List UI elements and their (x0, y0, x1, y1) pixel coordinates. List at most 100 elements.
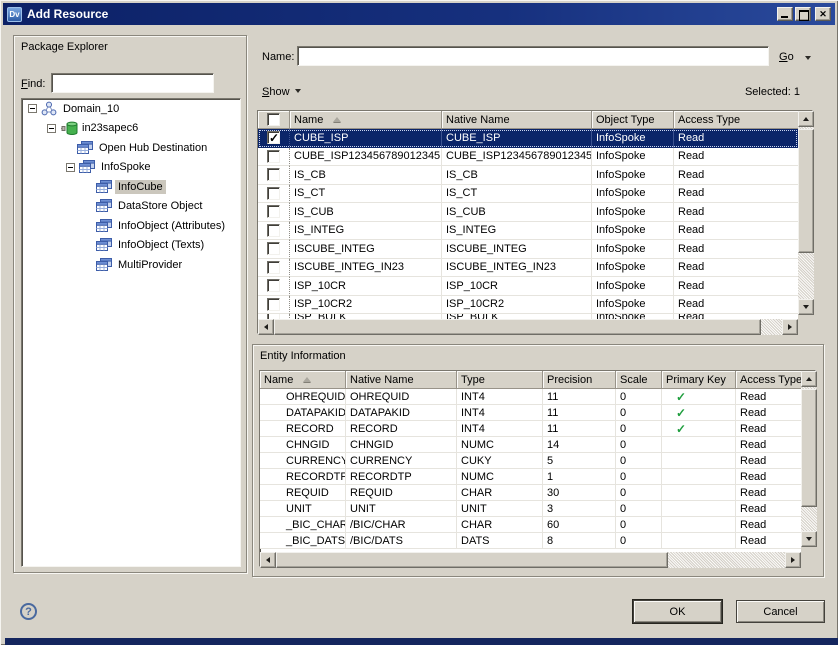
name-input[interactable] (297, 46, 769, 66)
cancel-button[interactable]: Cancel (736, 600, 825, 623)
scroll-up-icon[interactable] (801, 371, 817, 387)
table-grid-icon (79, 159, 98, 175)
scrollbar-thumb[interactable] (276, 552, 668, 568)
tree-item[interactable]: InfoCube (22, 177, 240, 197)
tree-item[interactable]: in23sapec6 (22, 119, 240, 139)
table-row[interactable]: ISCUBE_INTEG_IN23ISCUBE_INTEG_IN23InfoSp… (258, 259, 798, 278)
entity-row[interactable]: UNITUNITUNIT30Read (260, 501, 801, 517)
scrollbar-track[interactable] (761, 319, 782, 335)
resource-vertical-scrollbar[interactable] (798, 111, 814, 315)
scrollbar-track[interactable] (798, 253, 814, 299)
header-scale[interactable]: Scale (616, 371, 662, 389)
collapse-minus-icon[interactable] (28, 104, 37, 113)
cell-access-type: Read (736, 533, 801, 549)
ok-button[interactable]: OK (633, 600, 722, 623)
entity-horizontal-scrollbar[interactable] (260, 552, 801, 568)
scrollbar-track[interactable] (801, 507, 817, 531)
close-icon[interactable] (815, 7, 831, 21)
table-row[interactable]: CUBE_ISPCUBE_ISPInfoSpokeRead (258, 129, 798, 148)
minimize-icon[interactable] (777, 7, 793, 21)
scroll-right-icon[interactable] (785, 552, 801, 568)
select-all-header-cell (258, 111, 290, 129)
header-name[interactable]: Name (260, 371, 346, 389)
cell-object-type: InfoSpoke (592, 203, 674, 222)
entity-row[interactable]: _BIC_CHAR/BIC/CHARCHAR600Read (260, 517, 801, 533)
tree-item[interactable]: InfoObject (Attributes) (22, 216, 240, 236)
entity-row[interactable]: OHREQUIDOHREQUIDINT4110Read (260, 389, 801, 405)
table-row[interactable]: IS_CTIS_CTInfoSpokeRead (258, 185, 798, 204)
collapse-minus-icon[interactable] (47, 124, 56, 133)
entity-row[interactable]: CURRENCYCURRENCYCUKY50Read (260, 453, 801, 469)
tree-item[interactable]: MultiProvider (22, 255, 240, 275)
row-checkbox[interactable] (267, 168, 280, 181)
package-explorer-tree[interactable]: Domain_10in23sapec6Open Hub DestinationI… (21, 98, 241, 567)
help-icon[interactable] (20, 603, 37, 620)
scrollbar-track[interactable] (668, 552, 785, 568)
entity-row[interactable]: CHNGIDCHNGIDNUMC140Read (260, 437, 801, 453)
dialog-titlebar[interactable]: Dv Add Resource (3, 3, 835, 25)
row-checkbox[interactable] (267, 187, 280, 200)
row-checkbox[interactable] (267, 205, 280, 218)
find-input[interactable] (51, 73, 214, 93)
tree-item[interactable]: InfoSpoke (22, 158, 240, 178)
cell-scale: 0 (616, 501, 662, 517)
entity-row[interactable]: RECORDTPRECORDTPNUMC10Read (260, 469, 801, 485)
scrollbar-corner (801, 547, 817, 568)
select-all-checkbox[interactable] (267, 113, 280, 126)
show-menu-button[interactable]: Show (262, 86, 301, 98)
table-row[interactable]: IS_CUBIS_CUBInfoSpokeRead (258, 203, 798, 222)
row-checkbox[interactable] (267, 150, 280, 163)
tree-item[interactable]: Open Hub Destination (22, 138, 240, 158)
scrollbar-thumb[interactable] (801, 389, 817, 507)
scroll-down-icon[interactable] (801, 531, 817, 547)
table-row[interactable]: ISP_10CR2ISP_10CR2InfoSpokeRead (258, 296, 798, 315)
entity-row[interactable]: DATAPAKIDDATAPAKIDINT4110Read (260, 405, 801, 421)
scrollbar-thumb[interactable] (798, 129, 814, 253)
cell-access-type: Read (736, 485, 801, 501)
tree-item[interactable]: DataStore Object (22, 197, 240, 217)
entity-row[interactable]: _BIC_DATS/BIC/DATSDATS80Read (260, 533, 801, 549)
cell-access-type: Read (736, 453, 801, 469)
row-checkbox[interactable] (267, 298, 280, 311)
go-button[interactable]: Go (779, 51, 794, 63)
cell-name: ISCUBE_INTEG (290, 240, 442, 259)
header-type[interactable]: Type (457, 371, 543, 389)
scroll-left-icon[interactable] (260, 552, 276, 568)
row-checkbox[interactable] (267, 261, 280, 274)
header-name[interactable]: Name (290, 111, 442, 129)
maximize-icon[interactable] (795, 7, 811, 21)
row-checkbox[interactable] (267, 242, 280, 255)
table-row[interactable]: ISCUBE_INTEGISCUBE_INTEGInfoSpokeRead (258, 240, 798, 259)
cell-object-type: InfoSpoke (592, 259, 674, 278)
table-row[interactable]: IS_CBIS_CBInfoSpokeRead (258, 166, 798, 185)
header-precision[interactable]: Precision (543, 371, 616, 389)
resource-horizontal-scrollbar[interactable] (258, 319, 798, 335)
header-object-type[interactable]: Object Type (592, 111, 674, 129)
row-checkbox[interactable] (267, 279, 280, 292)
header-access-type[interactable]: Access Type (674, 111, 798, 129)
cell-native-name: /BIC/CHAR (346, 517, 457, 533)
table-row[interactable]: CUBE_ISP123456789012345CUBE_ISP123456789… (258, 148, 798, 167)
tree-item[interactable]: Domain_10 (22, 99, 240, 119)
table-row[interactable]: IS_INTEGIS_INTEGInfoSpokeRead (258, 222, 798, 241)
scroll-up-icon[interactable] (798, 111, 814, 127)
entity-vertical-scrollbar[interactable] (801, 371, 817, 547)
scrollbar-thumb[interactable] (274, 319, 761, 335)
collapse-minus-icon[interactable] (66, 163, 75, 172)
table-row[interactable]: ISP_10CRISP_10CRInfoSpokeRead (258, 277, 798, 296)
expander-spacer (83, 180, 96, 193)
header-native-name[interactable]: Native Name (346, 371, 457, 389)
go-dropdown-icon[interactable] (805, 56, 811, 60)
row-checkbox[interactable] (267, 131, 280, 144)
entity-row[interactable]: RECORDRECORDINT4110Read (260, 421, 801, 437)
cell-name: _BIC_CHAR (260, 517, 346, 533)
scroll-left-icon[interactable] (258, 319, 274, 335)
header-access-type[interactable]: Access Type (736, 371, 801, 389)
row-checkbox[interactable] (267, 224, 280, 237)
header-native-name[interactable]: Native Name (442, 111, 592, 129)
scroll-right-icon[interactable] (782, 319, 798, 335)
entity-row[interactable]: REQUIDREQUIDCHAR300Read (260, 485, 801, 501)
scroll-down-icon[interactable] (798, 299, 814, 315)
header-primary-key[interactable]: Primary Key (662, 371, 736, 389)
tree-item[interactable]: InfoObject (Texts) (22, 236, 240, 256)
